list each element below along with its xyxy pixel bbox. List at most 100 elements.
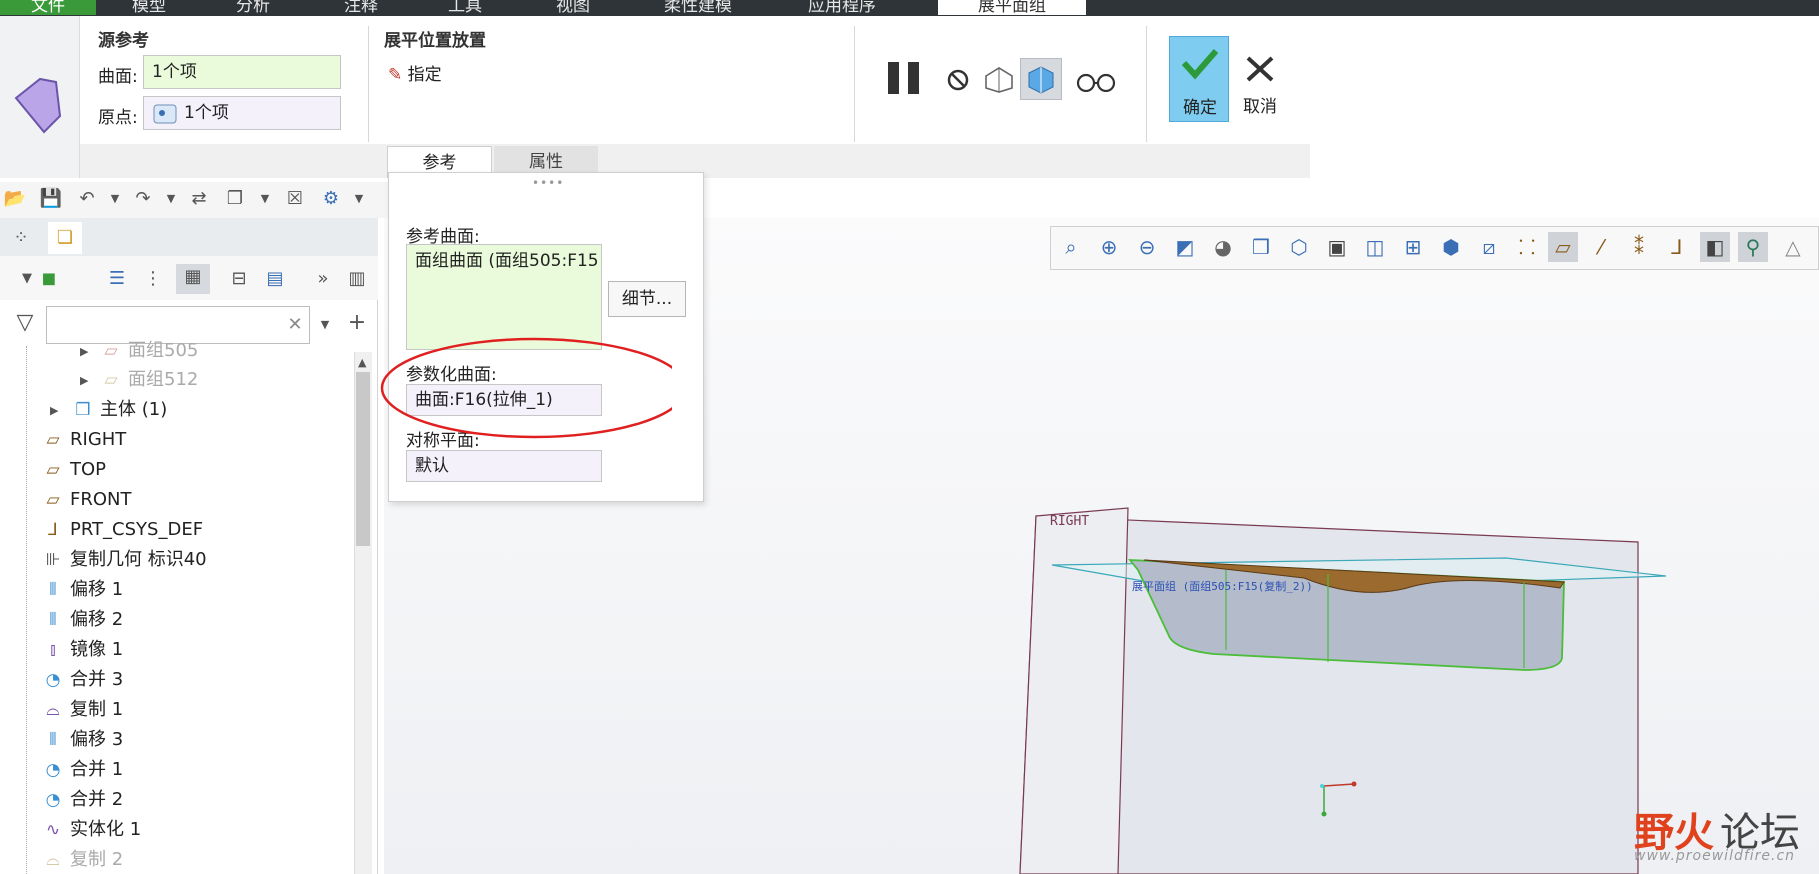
tree-item-merge-3[interactable]: ◔ 合并 3	[40, 667, 124, 693]
overflow-icon[interactable]: △	[1778, 232, 1808, 262]
more-icon[interactable]: »	[310, 266, 336, 292]
settings-icon[interactable]: ⚙	[318, 186, 344, 212]
sym-plane-collector[interactable]: 默认	[406, 450, 602, 482]
clear-search-icon[interactable]: ✕	[282, 312, 308, 338]
tags-display-icon[interactable]: ⚲	[1738, 232, 1768, 262]
layer-tree-tab-icon[interactable]: ❏	[48, 222, 82, 254]
tree-item-copy-2[interactable]: ⌓ 复制 2	[40, 847, 123, 873]
tree-item-right[interactable]: ▱ RIGHT	[40, 427, 126, 453]
point-display-icon[interactable]: ⁑	[1624, 232, 1654, 262]
zoom-in-icon[interactable]: ⊕	[1094, 232, 1124, 262]
tree-item-label: PRT_CSYS_DEF	[70, 519, 204, 540]
glasses-icon[interactable]	[1074, 70, 1118, 92]
surface-collector[interactable]: 1个项	[143, 55, 341, 89]
body-icon: ❒	[75, 400, 91, 420]
menu-tab-tools[interactable]: 工具	[448, 0, 482, 16]
tree-item-body[interactable]: ❒ 主体 (1)	[70, 397, 167, 423]
annotation-display-icon[interactable]: ⸬	[1512, 232, 1542, 262]
tree-item-copy-1[interactable]: ⌓ 复制 1	[40, 697, 123, 723]
tree-item-quilt-505[interactable]: ▱ 面组505	[98, 338, 198, 364]
display-style-icon[interactable]: ❒	[1246, 232, 1276, 262]
close-window-icon[interactable]: ☒	[282, 186, 308, 212]
menu-tab-file[interactable]: 文件	[0, 0, 96, 16]
menu-tab-applications[interactable]: 应用程序	[808, 0, 876, 16]
add-icon[interactable]: +	[344, 310, 370, 336]
tree-columns-icon[interactable]: ☰	[104, 266, 130, 292]
creo-window: 文件 模型 分析 注释 工具 视图 柔性建模 应用程序 展平面组 源参考 曲面:…	[0, 0, 1819, 874]
tree-item-offset-1[interactable]: ⫴ 偏移 1	[40, 577, 123, 603]
datum-display-icon[interactable]: ⧄	[1474, 232, 1504, 262]
specify-button[interactable]: ✎ 指定	[388, 60, 442, 85]
tree-item-label: 偏移 2	[70, 609, 124, 630]
windows-dropdown-icon[interactable]: ▼	[252, 186, 278, 212]
redo-dropdown-icon[interactable]: ▼	[158, 186, 184, 212]
tree-item-merge-2[interactable]: ◔ 合并 2	[40, 787, 124, 813]
axis-display-icon[interactable]: ⁄	[1586, 232, 1616, 262]
expand-arrow-icon[interactable]: ▶	[50, 404, 58, 417]
section-icon[interactable]: ⊞	[1398, 232, 1428, 262]
verify-toggle[interactable]	[1020, 58, 1062, 100]
menu-tab-flexible-modeling[interactable]: 柔性建模	[664, 0, 732, 16]
no-preview-icon[interactable]	[946, 68, 970, 92]
tree-item-top[interactable]: ▱ TOP	[40, 457, 106, 483]
view-manager-icon[interactable]: ▣	[1322, 232, 1352, 262]
tree-notes-icon[interactable]: ▥	[344, 266, 370, 292]
saved-views-icon[interactable]: ⬡	[1284, 232, 1314, 262]
tree-item-label: 偏移 1	[70, 579, 124, 600]
feature-annotation: 展平面组 (面组505:F15(复制_2))	[1132, 580, 1313, 593]
preview-wireframe-icon[interactable]	[982, 64, 1016, 94]
refit-icon[interactable]: ⌕	[1056, 232, 1086, 262]
tree-filter-icon[interactable]: ⊟	[226, 266, 252, 292]
scroll-up-icon[interactable]: ▲	[358, 356, 366, 369]
plane-display-icon[interactable]: ▱	[1548, 232, 1578, 262]
save-icon[interactable]: 💾	[38, 186, 64, 212]
menu-tab-annotate[interactable]: 注释	[344, 0, 378, 16]
menu-tab-analysis[interactable]: 分析	[236, 0, 270, 16]
zoom-out-icon[interactable]: ⊖	[1132, 232, 1162, 262]
undo-icon[interactable]: ↶	[74, 186, 100, 212]
panel-grip[interactable]: ••••	[532, 176, 564, 190]
cancel-button[interactable]: 取消	[1236, 36, 1284, 122]
windows-icon[interactable]: ❐	[222, 186, 248, 212]
model-tree-tab-icon[interactable]: ⁘	[4, 222, 38, 254]
menu-tab-flatten-quilt[interactable]: 展平面组	[938, 0, 1086, 16]
expand-arrow-icon[interactable]: ▶	[80, 345, 88, 358]
pause-icon[interactable]	[886, 60, 926, 96]
perspective-icon[interactable]: ◫	[1360, 232, 1390, 262]
filter-icon[interactable]: ▽	[12, 310, 38, 336]
tree-item-offset-3[interactable]: ⫴ 偏移 3	[40, 727, 123, 753]
details-button[interactable]: 细节...	[608, 281, 686, 317]
repaint-icon[interactable]: ◩	[1170, 232, 1200, 262]
expand-arrow-icon[interactable]: ▶	[80, 374, 88, 387]
appearance-icon[interactable]: ◕	[1208, 232, 1238, 262]
search-dropdown-icon[interactable]: ▼	[312, 312, 338, 338]
csys-display-icon[interactable]: ⅃	[1662, 232, 1692, 262]
tree-item-copy-geom[interactable]: ⊪ 复制几何 标识40	[40, 547, 207, 573]
placement-title: 展平位置放置	[384, 31, 486, 51]
tree-item-merge-1[interactable]: ◔ 合并 1	[40, 757, 124, 783]
tree-item-csys[interactable]: ⅃ PRT_CSYS_DEF	[40, 517, 203, 543]
menu-tab-model[interactable]: 模型	[132, 0, 166, 16]
redo-icon[interactable]: ↷	[130, 186, 156, 212]
spin-center-display-icon[interactable]: ◧	[1700, 232, 1730, 262]
tree-item-front[interactable]: ▱ FRONT	[40, 487, 131, 513]
undo-dropdown-icon[interactable]: ▼	[102, 186, 128, 212]
tree-item-quilt-512[interactable]: ▱ 面组512	[98, 367, 198, 393]
datum-label-right[interactable]: RIGHT	[1050, 514, 1089, 529]
tree-levels-icon[interactable]: ⋮	[140, 266, 166, 292]
menu-tab-view[interactable]: 视图	[556, 0, 590, 16]
point-icon	[153, 104, 177, 124]
copy-icon: ⌓	[46, 850, 60, 870]
tree-scroll-thumb[interactable]	[356, 372, 370, 546]
tree-item-solidify-1[interactable]: ∿ 实体化 1	[40, 817, 141, 843]
tree-settings-icon[interactable]: ▤	[262, 266, 288, 292]
settings-dropdown-icon[interactable]: ▼	[346, 186, 372, 212]
specify-label: 指定	[407, 65, 442, 85]
regenerate-icon[interactable]: ⇄	[186, 186, 212, 212]
open-icon[interactable]: 📂	[2, 186, 28, 212]
tree-item-mirror-1[interactable]: ⫾ 镜像 1	[40, 637, 123, 663]
spin-center-icon[interactable]: ⬢	[1436, 232, 1466, 262]
confirm-button[interactable]: 确定	[1169, 36, 1229, 122]
tree-table-icon[interactable]: ▦	[176, 264, 210, 294]
tree-item-offset-2[interactable]: ⫴ 偏移 2	[40, 607, 123, 633]
